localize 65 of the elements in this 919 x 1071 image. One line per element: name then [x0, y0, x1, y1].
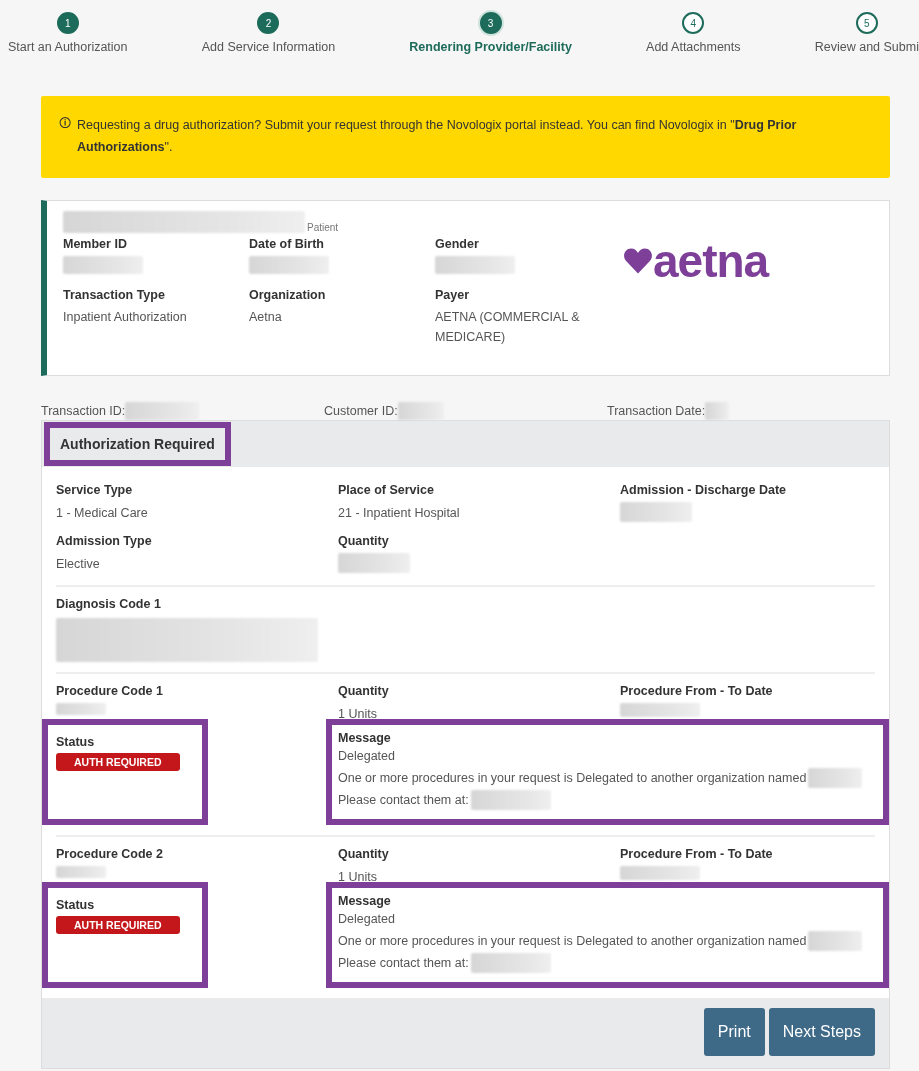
- field-label: Quantity: [338, 534, 389, 548]
- field-label: Procedure From - To Date: [620, 847, 773, 861]
- field-value: 1 - Medical Care: [56, 505, 148, 522]
- status-badge: AUTH REQUIRED: [56, 753, 180, 771]
- alert-text: Requesting a drug authorization? Submit your request through the Novologix portal instead. You can find Novologix in "Drug Prior Authorizations".: [77, 117, 798, 156]
- field-label: Message: [338, 731, 391, 745]
- redacted-block: [397, 402, 444, 420]
- field-label: Member ID: [63, 237, 127, 251]
- message-title: Delegated: [338, 748, 395, 765]
- field-label: Quantity: [338, 684, 389, 698]
- next-steps-button[interactable]: Next Steps: [768, 1008, 875, 1056]
- field-label: Admission - Discharge Date: [620, 483, 786, 497]
- step-label[interactable]: Review and Submi: [814, 40, 919, 54]
- field-label: Transaction Type: [63, 288, 165, 302]
- field-value: Inpatient Authorization: [63, 309, 187, 326]
- field-label: Quantity: [338, 847, 389, 861]
- transaction-label: Transaction ID:: [41, 404, 126, 418]
- field-label: Organization: [249, 288, 326, 302]
- patient-caption: Patient: [307, 222, 339, 233]
- step-label[interactable]: Rendering Provider/Facility: [409, 40, 572, 54]
- message-text: One or more procedures in your request is Delegated to another organization named: [338, 770, 807, 787]
- field-label: Procedure Code 1: [56, 684, 163, 698]
- redacted-block: [808, 768, 863, 788]
- info-icon: 🛈: [59, 114, 71, 158]
- field-label: Procedure From - To Date: [620, 684, 773, 698]
- step-number[interactable]: 3: [479, 12, 502, 34]
- section-title: Authorization Required: [44, 422, 231, 466]
- field-label: Place of Service: [338, 483, 434, 497]
- message-text: Please contact them at:: [338, 792, 469, 809]
- message-text: One or more procedures in your request is Delegated to another organization named: [338, 933, 807, 950]
- field-label: Date of Birth: [249, 237, 324, 251]
- field-value: AETNA (COMMERCIAL & MEDICARE): [435, 309, 581, 346]
- field-value: Aetna: [249, 309, 282, 326]
- redacted-block: [56, 703, 106, 715]
- step-number[interactable]: 2: [257, 12, 280, 34]
- field-value: Elective: [56, 556, 100, 573]
- message-title: Delegated: [338, 911, 395, 928]
- step-label[interactable]: Add Attachments: [646, 40, 741, 54]
- field-value: 1 Units: [338, 869, 377, 886]
- field-label: Status: [56, 735, 95, 749]
- status-badge: AUTH REQUIRED: [56, 916, 180, 934]
- step-label[interactable]: Add Service Information: [201, 40, 336, 54]
- field-value: 1 Units: [338, 706, 377, 723]
- step-number[interactable]: 1: [56, 12, 79, 34]
- heart-icon: [623, 247, 653, 275]
- redacted-block: [808, 931, 863, 951]
- print-button[interactable]: Print: [703, 1008, 765, 1056]
- step-number[interactable]: 5: [855, 12, 878, 34]
- field-label: Gender: [435, 237, 479, 251]
- field-label: Payer: [435, 288, 470, 302]
- redacted-block: [56, 866, 106, 878]
- step-number[interactable]: 4: [682, 12, 705, 34]
- aetna-logo: aetna: [623, 241, 769, 281]
- transaction-label: Transaction Date:: [607, 404, 706, 418]
- transaction-label: Customer ID:: [324, 404, 398, 418]
- field-label: Message: [338, 894, 391, 908]
- field-value: 21 - Inpatient Hospital: [338, 505, 460, 522]
- message-text: Please contact them at:: [338, 955, 469, 972]
- field-label: Procedure Code 2: [56, 847, 163, 861]
- field-label: Service Type: [56, 483, 133, 497]
- redacted-block: [705, 402, 730, 420]
- field-label: Admission Type: [56, 534, 152, 548]
- step-label[interactable]: Start an Authorization: [8, 40, 128, 54]
- field-label: Status: [56, 898, 95, 912]
- field-label: Diagnosis Code 1: [56, 597, 161, 611]
